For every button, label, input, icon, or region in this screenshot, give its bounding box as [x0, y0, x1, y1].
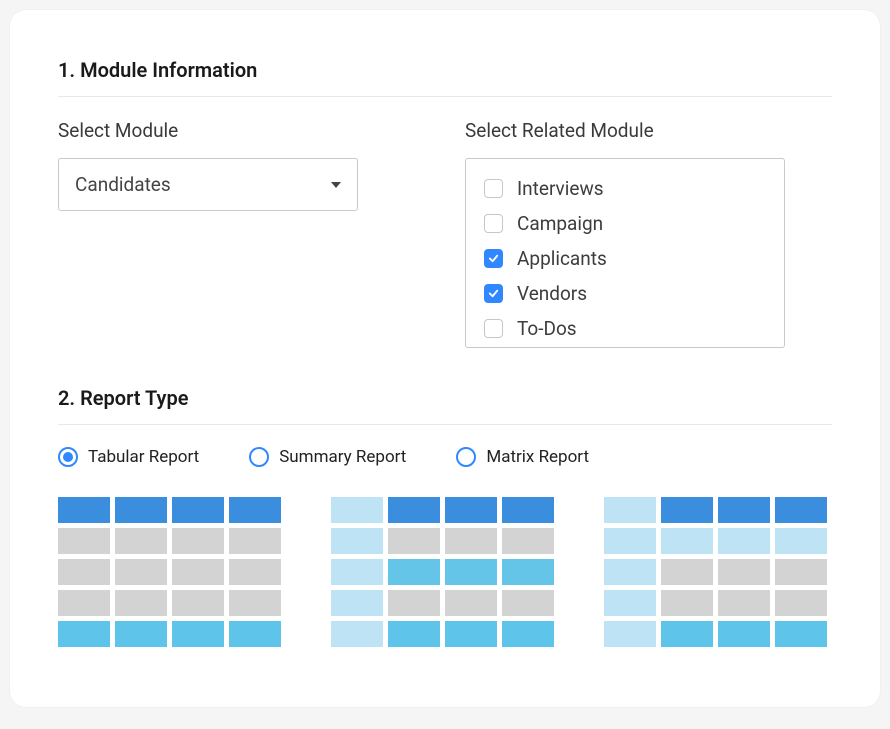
- related-item-interviews[interactable]: Interviews: [484, 171, 766, 206]
- checkbox-icon: [484, 319, 503, 338]
- related-module-col: Select Related Module Interviews Campaig…: [465, 119, 832, 348]
- related-item-todos[interactable]: To-Dos: [484, 311, 766, 346]
- radio-icon: [249, 447, 269, 467]
- report-previews: [58, 497, 832, 647]
- radio-label: Tabular Report: [88, 447, 199, 467]
- radio-summary[interactable]: Summary Report: [249, 447, 406, 467]
- checkbox-checked-icon: [484, 284, 503, 303]
- module-row: Select Module Candidates Select Related …: [58, 119, 832, 348]
- report-config-card: 1. Module Information Select Module Cand…: [10, 10, 880, 707]
- checkbox-label: Interviews: [517, 177, 604, 200]
- checkbox-label: Applicants: [517, 247, 607, 270]
- related-module-list[interactable]: Interviews Campaign Applicants V: [465, 158, 785, 348]
- checkbox-icon: [484, 214, 503, 233]
- radio-label: Summary Report: [279, 447, 406, 467]
- preview-matrix[interactable]: [604, 497, 827, 647]
- section2-title: 2. Report Type: [58, 386, 832, 410]
- checkbox-icon: [484, 179, 503, 198]
- radio-icon: [456, 447, 476, 467]
- chevron-down-icon: [331, 182, 341, 188]
- select-module-label: Select Module: [58, 119, 425, 142]
- radio-selected-icon: [58, 447, 78, 467]
- preview-summary[interactable]: [331, 497, 554, 647]
- related-item-applicants[interactable]: Applicants: [484, 241, 766, 276]
- radio-tabular[interactable]: Tabular Report: [58, 447, 199, 467]
- radio-matrix[interactable]: Matrix Report: [456, 447, 589, 467]
- section2-divider: [58, 424, 832, 425]
- checkbox-label: Campaign: [517, 212, 603, 235]
- related-item-vendors[interactable]: Vendors: [484, 276, 766, 311]
- module-select[interactable]: Candidates: [58, 158, 358, 211]
- related-module-label: Select Related Module: [465, 119, 832, 142]
- section1-title: 1. Module Information: [58, 58, 832, 82]
- related-item-campaign[interactable]: Campaign: [484, 206, 766, 241]
- checkbox-label: To-Dos: [517, 317, 577, 340]
- checkbox-checked-icon: [484, 249, 503, 268]
- report-type-options: Tabular Report Summary Report Matrix Rep…: [58, 447, 832, 467]
- module-select-value: Candidates: [75, 173, 171, 196]
- radio-label: Matrix Report: [486, 447, 589, 467]
- select-module-col: Select Module Candidates: [58, 119, 425, 348]
- preview-tabular[interactable]: [58, 497, 281, 647]
- section1-divider: [58, 96, 832, 97]
- checkbox-label: Vendors: [517, 282, 587, 305]
